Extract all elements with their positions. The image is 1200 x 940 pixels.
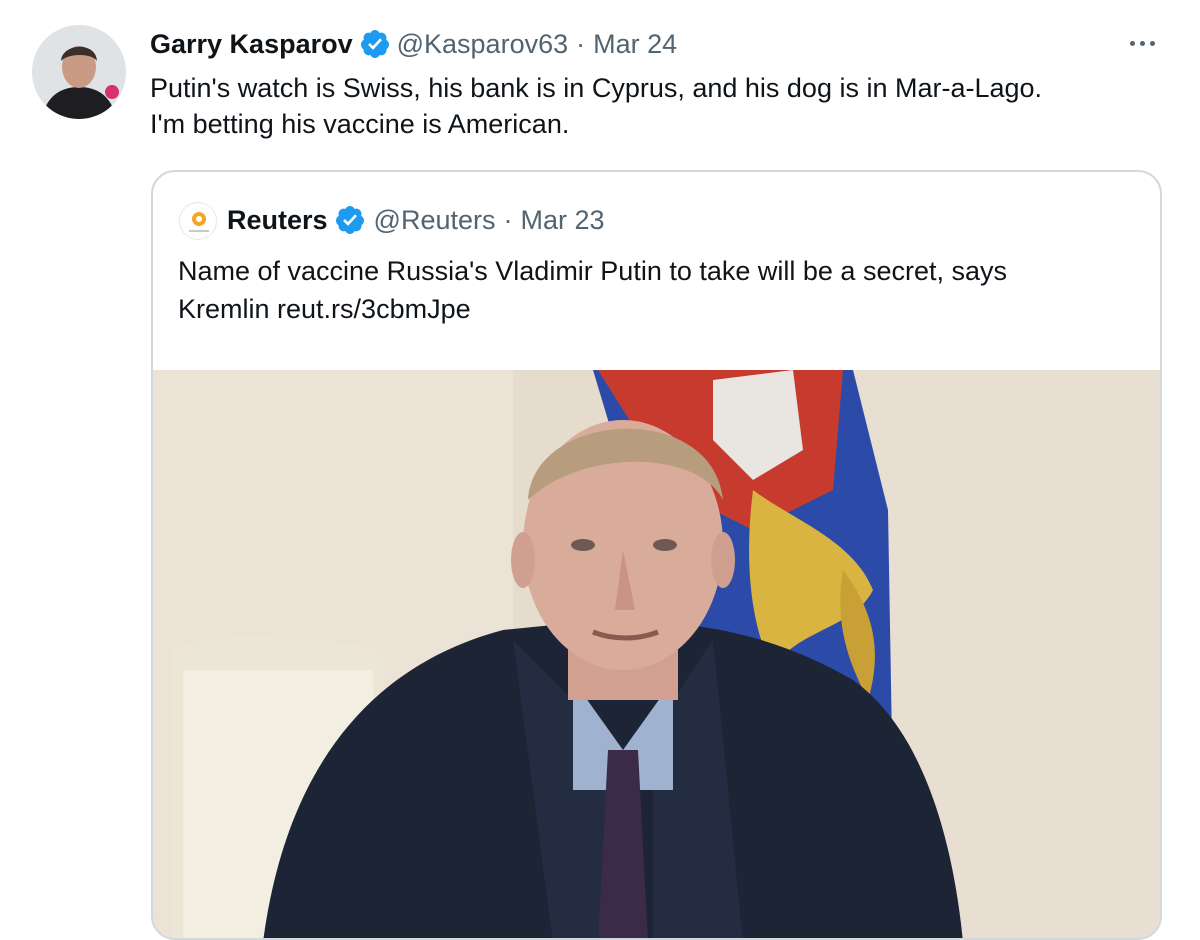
quoted-text-line: Name of vaccine Russia's Vladimir Putin …: [178, 256, 1007, 286]
quoted-tweet-date[interactable]: Mar 23: [521, 205, 605, 236]
quoted-tweet[interactable]: Reuters @Reuters · Mar 23 Name of vaccin…: [151, 170, 1162, 940]
more-options-icon[interactable]: [1122, 28, 1162, 58]
author-name[interactable]: Garry Kasparov: [150, 29, 353, 60]
author-avatar[interactable]: [32, 25, 126, 119]
header-separator: ·: [503, 204, 513, 235]
quoted-author-handle[interactable]: @Reuters: [374, 205, 496, 236]
news-photo-icon: [153, 370, 1160, 938]
quoted-text-line: Kremlin reut.rs/3cbmJpe: [178, 290, 1138, 328]
author-handle[interactable]: @Kasparov63: [397, 29, 569, 60]
quoted-tweet-text: Name of vaccine Russia's Vladimir Putin …: [178, 252, 1138, 328]
reuters-logo-icon[interactable]: [179, 202, 217, 240]
tweet-text-line: I'm betting his vaccine is American.: [150, 109, 570, 139]
tweet-text: Putin's watch is Swiss, his bank is in C…: [150, 70, 1150, 142]
verified-badge-icon: [334, 204, 366, 236]
quoted-tweet-media[interactable]: [153, 370, 1160, 938]
quoted-text-prefix: Kremlin: [178, 294, 278, 324]
quoted-author-name[interactable]: Reuters: [227, 205, 328, 236]
tweet-date[interactable]: Mar 24: [593, 29, 677, 60]
avatar-photo-icon: [32, 25, 126, 119]
quoted-tweet-header: Reuters @Reuters · Mar 23: [227, 202, 605, 238]
verified-badge-icon: [359, 28, 391, 60]
tweet-header: Garry Kasparov @Kasparov63 · Mar 24: [150, 26, 677, 62]
tweet-card[interactable]: Garry Kasparov @Kasparov63 · Mar 24 Puti…: [0, 0, 1200, 940]
article-link[interactable]: reut.rs/3cbmJpe: [277, 294, 471, 324]
header-separator: ·: [576, 28, 586, 59]
tweet-text-line: Putin's watch is Swiss, his bank is in C…: [150, 73, 1043, 103]
